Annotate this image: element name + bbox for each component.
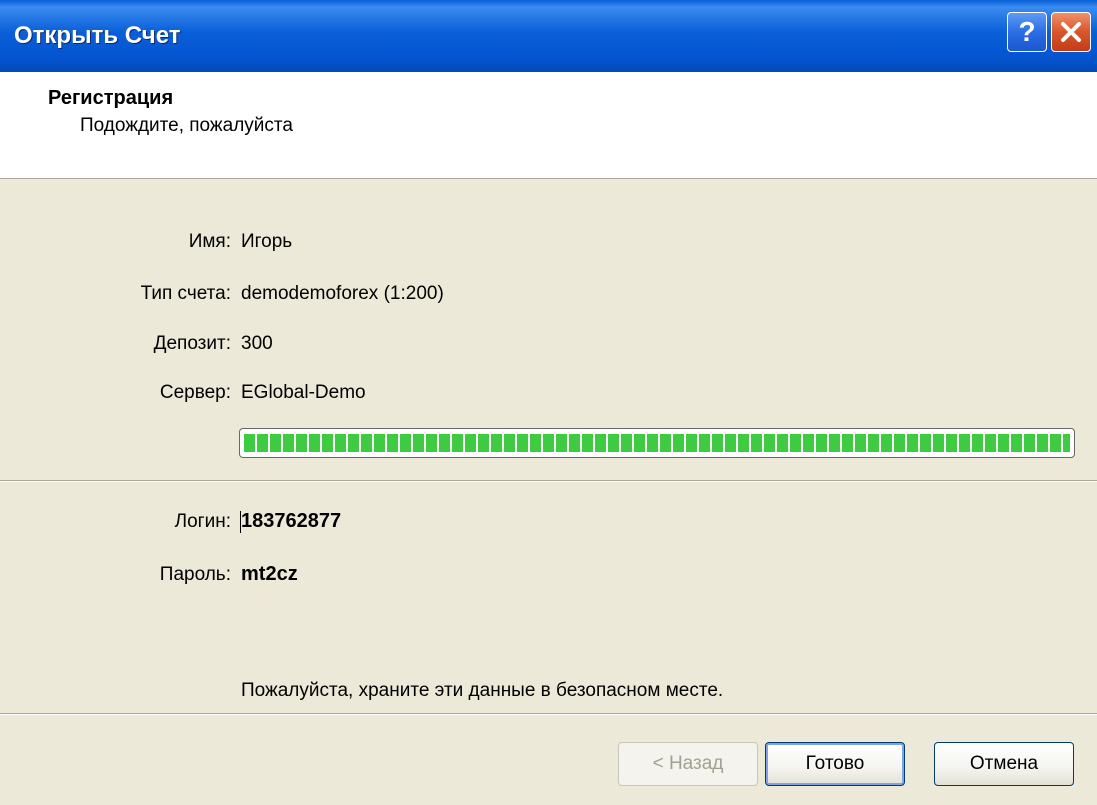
account-type-label: Тип счета: bbox=[140, 283, 231, 304]
help-button[interactable]: ? bbox=[1007, 12, 1047, 52]
server-value: EGlobal-Demo bbox=[241, 382, 366, 403]
page-subtitle: Подождите, пожалуйста bbox=[80, 115, 293, 136]
open-account-dialog: Открыть Счет ? Регистрация Подождите, по… bbox=[0, 0, 1097, 805]
deposit-value: 300 bbox=[241, 333, 273, 354]
deposit-label: Депозит: bbox=[153, 333, 231, 354]
login-label: Логин: bbox=[174, 511, 231, 532]
page-title: Регистрация bbox=[48, 87, 174, 109]
divider bbox=[0, 480, 1097, 482]
close-button[interactable] bbox=[1051, 12, 1091, 52]
title-bar[interactable]: Открыть Счет ? bbox=[0, 0, 1097, 72]
login-value[interactable]: 183762877 bbox=[241, 510, 341, 533]
help-icon: ? bbox=[1018, 16, 1036, 47]
close-icon bbox=[1061, 22, 1081, 42]
window-title: Открыть Счет bbox=[14, 22, 181, 49]
account-type-value: demodemoforex (1:200) bbox=[241, 283, 444, 304]
password-label: Пароль: bbox=[159, 564, 231, 585]
registration-progress-bar bbox=[239, 428, 1075, 458]
server-label: Сервер: bbox=[159, 382, 231, 403]
back-button[interactable]: < Назад bbox=[618, 742, 758, 786]
password-value[interactable]: mt2cz bbox=[241, 563, 298, 586]
name-value: Игорь bbox=[241, 231, 293, 252]
save-data-note: Пожалуйста, храните эти данные в безопас… bbox=[241, 680, 724, 701]
finish-button[interactable]: Готово bbox=[765, 742, 905, 786]
cancel-button[interactable]: Отмена bbox=[934, 742, 1074, 786]
progress-fill bbox=[244, 434, 1070, 452]
footer-divider bbox=[0, 713, 1097, 715]
name-label: Имя: bbox=[188, 231, 231, 252]
wizard-header: Регистрация Подождите, пожалуйста bbox=[0, 72, 1097, 179]
